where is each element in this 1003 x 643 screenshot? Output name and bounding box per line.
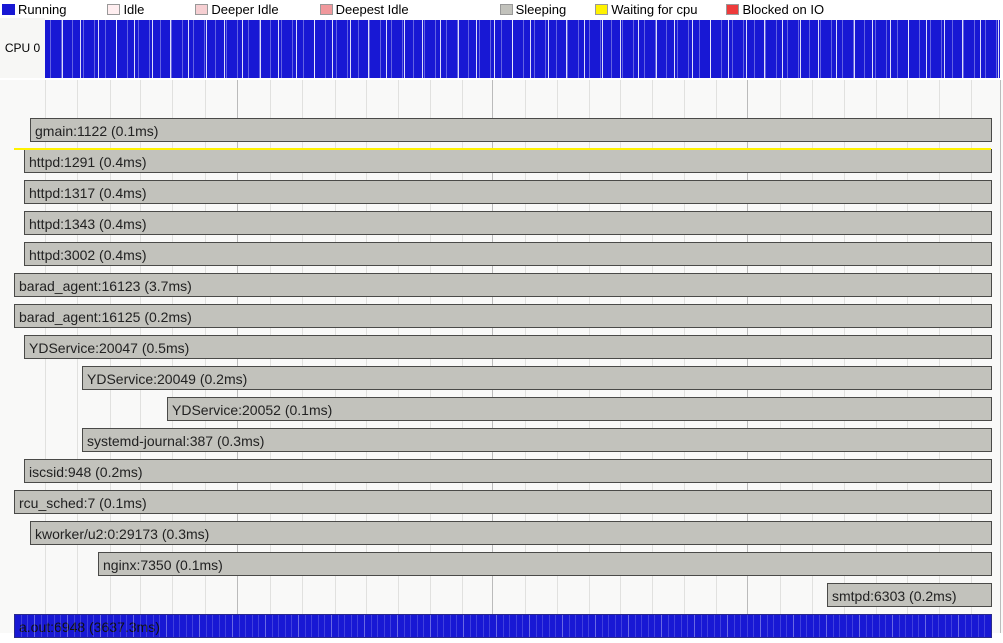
legend-sleeping: Sleeping — [500, 2, 567, 17]
legend-running: Running — [2, 2, 66, 17]
process-bar-label: gmain:1122 (0.1ms) — [35, 123, 158, 139]
process-bar-label: YDService:20047 (0.5ms) — [29, 340, 189, 356]
cpu-running-block[interactable] — [45, 20, 1000, 78]
process-bar-label: httpd:1291 (0.4ms) — [29, 154, 147, 170]
process-row: httpd:1317 (0.4ms) — [0, 178, 1003, 209]
swatch-running-icon — [2, 4, 15, 15]
process-bar-label: nginx:7350 (0.1ms) — [103, 557, 223, 573]
process-bar-label: YDService:20052 (0.1ms) — [172, 402, 332, 418]
swatch-sleeping-icon — [500, 4, 513, 15]
process-bar[interactable]: barad_agent:16123 (3.7ms) — [14, 273, 992, 297]
process-bar[interactable]: gmain:1122 (0.1ms) — [30, 118, 992, 142]
process-row: gmain:1122 (0.1ms) — [0, 116, 1003, 147]
swatch-blocked-icon — [726, 4, 739, 15]
swatch-idle-icon — [107, 4, 120, 15]
process-bar-label: kworker/u2:0:29173 (0.3ms) — [35, 526, 209, 542]
process-bar[interactable]: YDService:20052 (0.1ms) — [167, 397, 992, 421]
legend-running-label: Running — [18, 2, 66, 17]
process-bar[interactable]: httpd:3002 (0.4ms) — [24, 242, 992, 266]
legend-bar: Running Idle Deeper Idle Deepest Idle Sl… — [0, 0, 1003, 18]
process-row: YDService:20047 (0.5ms) — [0, 333, 1003, 364]
process-row: barad_agent:16125 (0.2ms) — [0, 302, 1003, 333]
process-bar[interactable]: YDService:20049 (0.2ms) — [82, 366, 992, 390]
process-row: nginx:7350 (0.1ms) — [0, 550, 1003, 581]
process-bar[interactable]: systemd-journal:387 (0.3ms) — [82, 428, 992, 452]
swatch-waiting-icon — [595, 4, 608, 15]
process-bar[interactable]: nginx:7350 (0.1ms) — [98, 552, 992, 576]
process-bar-label: rcu_sched:7 (0.1ms) — [19, 495, 147, 511]
process-bar[interactable]: iscsid:948 (0.2ms) — [24, 459, 992, 483]
process-bar[interactable]: httpd:1343 (0.4ms) — [24, 211, 992, 235]
process-row: smtpd:6303 (0.2ms) — [0, 581, 1003, 612]
process-bar-label: smtpd:6303 (0.2ms) — [832, 588, 957, 604]
waiting-stripe — [14, 148, 991, 150]
legend-idle-label: Idle — [123, 2, 144, 17]
cpu-label: CPU 0 — [0, 18, 45, 78]
legend-waiting: Waiting for cpu — [595, 2, 697, 17]
process-row: kworker/u2:0:29173 (0.3ms) — [0, 519, 1003, 550]
legend-deeper-idle-label: Deeper Idle — [211, 2, 278, 17]
process-bar[interactable]: httpd:1317 (0.4ms) — [24, 180, 992, 204]
process-row: rcu_sched:7 (0.1ms) — [0, 488, 1003, 519]
process-bar-label: httpd:1343 (0.4ms) — [29, 216, 147, 232]
swatch-deepest-idle-icon — [320, 4, 333, 15]
process-bar[interactable]: barad_agent:16125 (0.2ms) — [14, 304, 992, 328]
legend-blocked: Blocked on IO — [726, 2, 824, 17]
process-row: YDService:20049 (0.2ms) — [0, 364, 1003, 395]
process-bar-label: barad_agent:16123 (3.7ms) — [19, 278, 192, 294]
swatch-deeper-idle-icon — [195, 4, 208, 15]
cpu-strip[interactable]: CPU 0 — [0, 18, 1003, 78]
process-bar-label: barad_agent:16125 (0.2ms) — [19, 309, 192, 325]
process-row: a.out:6948 (3637.3ms) — [0, 612, 1003, 643]
process-rows: gmain:1122 (0.1ms) httpd:1291 (0.4ms) http… — [0, 116, 1003, 643]
process-row: barad_agent:16123 (3.7ms) — [0, 271, 1003, 302]
legend-idle: Idle — [107, 2, 144, 17]
legend-blocked-label: Blocked on IO — [742, 2, 824, 17]
process-bar[interactable]: rcu_sched:7 (0.1ms) — [14, 490, 992, 514]
process-bar-label: systemd-journal:387 (0.3ms) — [87, 433, 264, 449]
legend-deeper-idle: Deeper Idle — [195, 2, 278, 17]
cpu-label-text: CPU 0 — [5, 41, 40, 55]
process-row: httpd:3002 (0.4ms) — [0, 240, 1003, 271]
process-bar-label: httpd:1317 (0.4ms) — [29, 185, 147, 201]
process-bar[interactable]: a.out:6948 (3637.3ms) — [14, 614, 992, 638]
process-row: httpd:1291 (0.4ms) — [0, 147, 1003, 178]
process-bar[interactable]: smtpd:6303 (0.2ms) — [827, 583, 992, 607]
process-bar[interactable]: YDService:20047 (0.5ms) — [24, 335, 992, 359]
process-row: iscsid:948 (0.2ms) — [0, 457, 1003, 488]
legend-deepest-idle-label: Deepest Idle — [336, 2, 409, 17]
timeline-body[interactable]: gmain:1122 (0.1ms) httpd:1291 (0.4ms) http… — [0, 80, 1003, 633]
process-row: systemd-journal:387 (0.3ms) — [0, 426, 1003, 457]
legend-deepest-idle: Deepest Idle — [320, 2, 409, 17]
process-bar-label: iscsid:948 (0.2ms) — [29, 464, 143, 480]
legend-waiting-label: Waiting for cpu — [611, 2, 697, 17]
process-bar[interactable]: httpd:1291 (0.4ms) — [24, 149, 992, 173]
process-row: httpd:1343 (0.4ms) — [0, 209, 1003, 240]
process-row: YDService:20052 (0.1ms) — [0, 395, 1003, 426]
process-bar[interactable]: kworker/u2:0:29173 (0.3ms) — [30, 521, 992, 545]
process-bar-label: httpd:3002 (0.4ms) — [29, 247, 147, 263]
process-bar-label: YDService:20049 (0.2ms) — [87, 371, 247, 387]
legend-sleeping-label: Sleeping — [516, 2, 567, 17]
